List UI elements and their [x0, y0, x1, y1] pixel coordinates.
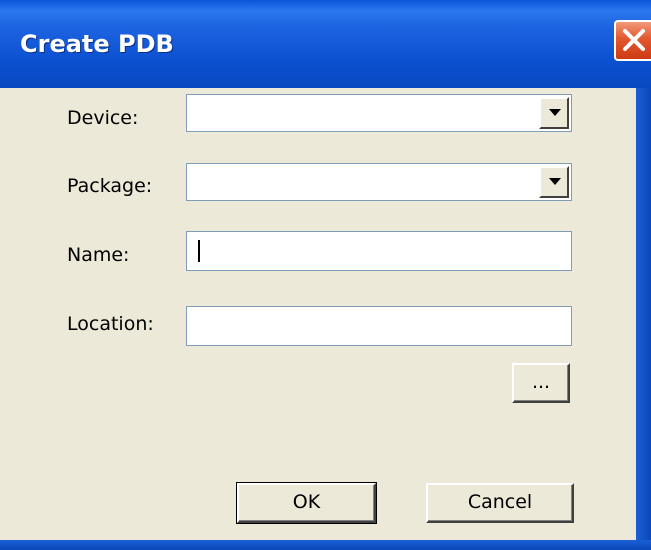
cancel-button-label: Cancel	[467, 491, 533, 513]
location-input[interactable]	[186, 306, 572, 346]
title-bar[interactable]: Create PDB	[0, 0, 651, 88]
device-dropdown[interactable]	[186, 94, 572, 132]
ok-button-label: OK	[292, 491, 321, 513]
name-label: Name:	[67, 244, 130, 266]
close-x-icon	[623, 29, 645, 51]
window-title: Create PDB	[20, 30, 174, 58]
package-dropdown[interactable]	[186, 163, 572, 201]
chevron-down-icon	[549, 178, 561, 185]
text-caret	[198, 240, 200, 262]
cancel-button[interactable]: Cancel	[426, 483, 574, 523]
name-input[interactable]	[186, 231, 572, 271]
package-label: Package:	[67, 175, 153, 197]
ok-button[interactable]: OK	[237, 483, 376, 523]
browse-button[interactable]: ...	[512, 363, 570, 403]
chevron-down-icon	[549, 109, 561, 116]
browse-button-label: ...	[531, 371, 551, 393]
package-dropdown-button[interactable]	[539, 166, 569, 198]
device-label: Device:	[67, 107, 139, 129]
window-frame-bottom	[0, 540, 651, 550]
device-dropdown-button[interactable]	[539, 97, 569, 129]
close-button[interactable]	[614, 20, 651, 61]
location-label: Location:	[67, 313, 154, 335]
create-pdb-dialog: Create PDB Device: Package: Name: Locati…	[0, 0, 651, 550]
window-frame-right	[636, 88, 651, 550]
